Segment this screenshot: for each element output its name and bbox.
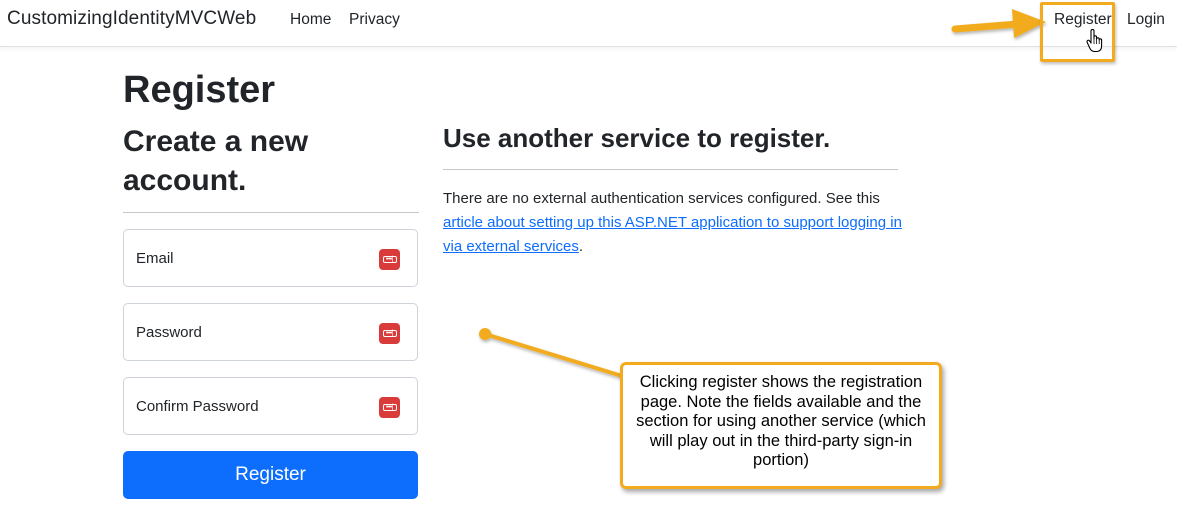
arrow-icon <box>951 9 1046 38</box>
annotation-arrows <box>479 9 1046 378</box>
hand-pointer-icon <box>1086 29 1103 53</box>
connector-line <box>479 328 624 378</box>
annotation-callout: Clicking register shows the registration… <box>620 362 942 489</box>
